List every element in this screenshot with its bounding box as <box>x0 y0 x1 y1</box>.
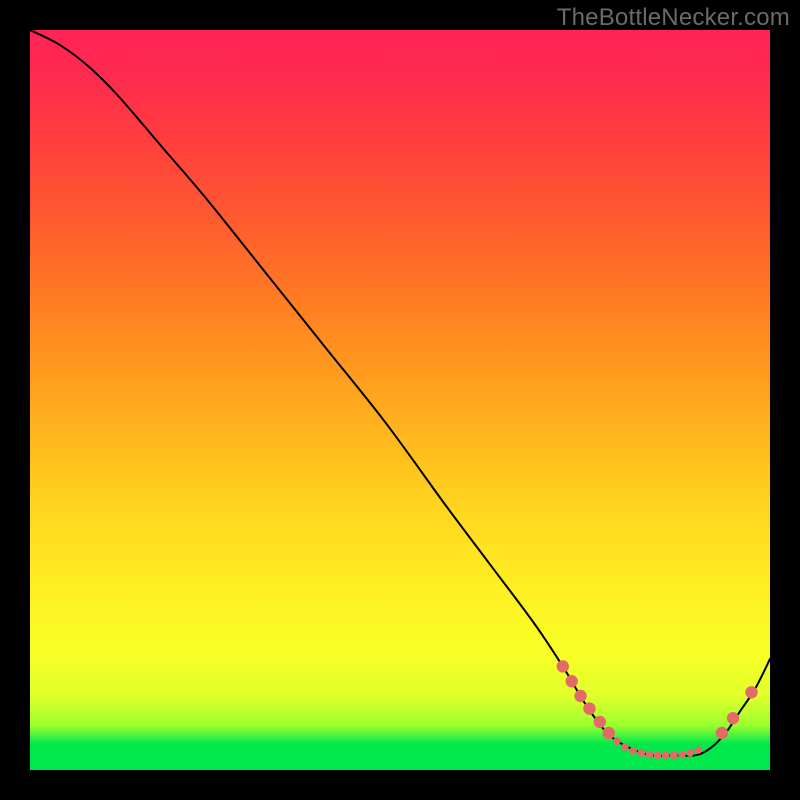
watermark-text: TheBottleNecker.com <box>557 4 790 32</box>
highlight-dot <box>565 675 577 687</box>
highlight-dot <box>745 686 757 698</box>
chart-frame: TheBottleNecker.com <box>0 0 800 800</box>
highlight-dot <box>727 712 739 724</box>
curve-layer <box>30 30 770 770</box>
highlight-dot <box>583 702 595 714</box>
highlight-dots <box>557 660 758 759</box>
highlight-dot <box>602 727 614 739</box>
highlight-dot <box>716 727 728 739</box>
highlight-dot <box>594 716 606 728</box>
highlight-dot <box>637 749 645 757</box>
highlight-dot <box>613 737 621 745</box>
highlight-dot <box>557 660 569 672</box>
highlight-dot <box>629 747 637 755</box>
highlight-dot <box>678 751 686 759</box>
bottleneck-curve <box>30 30 770 756</box>
highlight-dot <box>670 751 678 759</box>
highlight-dot <box>654 751 662 759</box>
highlight-dot <box>694 746 702 754</box>
highlight-dot <box>662 751 670 759</box>
plot-area <box>30 30 770 770</box>
highlight-dot <box>621 743 629 751</box>
highlight-dot <box>574 690 586 702</box>
highlight-dot <box>686 749 694 757</box>
highlight-dot <box>646 751 654 759</box>
